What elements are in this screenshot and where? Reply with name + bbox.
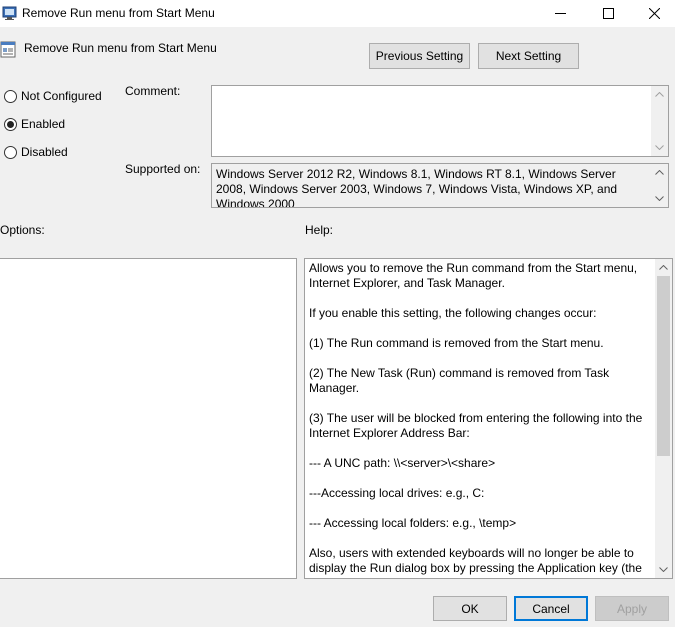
options-label: Options: xyxy=(0,223,45,237)
ok-button[interactable]: OK xyxy=(433,596,507,621)
policy-editor-icon xyxy=(2,6,17,20)
comment-scrollbar[interactable] xyxy=(651,86,668,156)
supported-on-label: Supported on: xyxy=(125,162,201,176)
apply-button[interactable]: Apply xyxy=(595,596,669,621)
next-setting-button[interactable]: Next Setting xyxy=(478,43,579,69)
supported-on-value: Windows Server 2012 R2, Windows 8.1, Win… xyxy=(216,167,618,208)
radio-disabled-circle[interactable] xyxy=(4,145,17,159)
help-paragraph: Allows you to remove the Run command fro… xyxy=(309,261,638,290)
help-paragraph: (1) The Run command is removed from the … xyxy=(309,336,604,350)
radio-disabled[interactable]: Disabled xyxy=(4,144,68,160)
help-text: Allows you to remove the Run command fro… xyxy=(309,261,652,578)
help-scroll-up-icon[interactable] xyxy=(655,259,672,276)
supported-on-box: Windows Server 2012 R2, Windows 8.1, Win… xyxy=(211,163,669,208)
previous-setting-button[interactable]: Previous Setting xyxy=(369,43,470,69)
help-paragraph: --- A UNC path: \\<server>\<share> xyxy=(309,456,496,470)
window-title: Remove Run menu from Start Menu xyxy=(22,6,215,20)
minimize-button[interactable] xyxy=(537,0,583,27)
supported-scrollbar[interactable] xyxy=(651,164,668,207)
close-button[interactable] xyxy=(631,0,675,27)
cancel-button[interactable]: Cancel xyxy=(514,596,588,621)
maximize-icon xyxy=(602,8,614,19)
help-scrollbar[interactable] xyxy=(655,259,672,578)
help-paragraph: --- Accessing local folders: e.g., \temp… xyxy=(309,516,517,530)
help-scroll-down-icon[interactable] xyxy=(655,561,672,578)
radio-disabled-label: Disabled xyxy=(21,145,68,159)
radio-enabled[interactable]: Enabled xyxy=(4,116,65,132)
title-bar: Remove Run menu from Start Menu xyxy=(0,0,675,27)
help-paragraph: ---Accessing local drives: e.g., C: xyxy=(309,486,485,500)
help-panel: Allows you to remove the Run command fro… xyxy=(304,258,673,579)
supported-scroll-down-icon[interactable] xyxy=(651,190,668,207)
help-paragraph: (2) The New Task (Run) command is remove… xyxy=(309,366,610,395)
radio-enabled-circle[interactable] xyxy=(4,117,17,131)
minimize-icon xyxy=(554,13,566,14)
options-panel xyxy=(0,258,297,579)
radio-not-configured-circle[interactable] xyxy=(4,89,17,103)
radio-not-configured-label: Not Configured xyxy=(21,89,102,103)
help-scroll-thumb[interactable] xyxy=(657,276,670,456)
comment-textarea[interactable] xyxy=(211,85,669,157)
comment-scroll-up-icon[interactable] xyxy=(651,86,668,103)
help-paragraph: If you enable this setting, the followin… xyxy=(309,306,597,320)
maximize-button[interactable] xyxy=(585,0,631,27)
help-paragraph: Also, users with extended keyboards will… xyxy=(309,546,642,578)
setting-icon xyxy=(0,41,16,58)
radio-enabled-label: Enabled xyxy=(21,117,66,131)
close-icon xyxy=(648,8,660,19)
setting-name: Remove Run menu from Start Menu xyxy=(24,41,217,55)
help-label: Help: xyxy=(305,223,334,237)
help-paragraph: (3) The user will be blocked from enteri… xyxy=(309,411,643,440)
radio-not-configured[interactable]: Not Configured xyxy=(4,88,102,104)
comment-label: Comment: xyxy=(125,84,181,98)
comment-scroll-down-icon[interactable] xyxy=(651,139,668,156)
supported-scroll-up-icon[interactable] xyxy=(651,164,668,181)
